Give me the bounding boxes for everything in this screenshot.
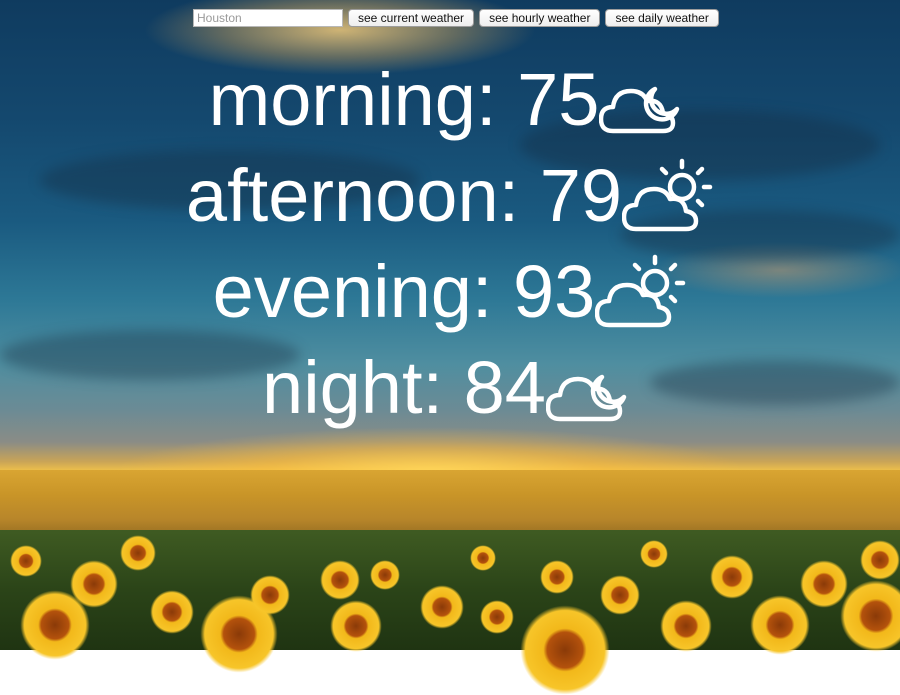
- partly-cloudy-day-icon: [595, 254, 686, 328]
- partly-cloudy-day-icon: [622, 158, 713, 232]
- current-weather-button[interactable]: see current weather: [348, 9, 475, 27]
- forecast-row-afternoon: afternoon: 79: [0, 148, 900, 244]
- forecast-temperature: 79: [539, 154, 623, 237]
- hourly-weather-button[interactable]: see hourly weather: [479, 9, 601, 27]
- forecast-row-morning: morning: 75: [0, 52, 900, 148]
- forecast-temperature: 75: [517, 58, 600, 141]
- partly-cloudy-night-icon: [545, 374, 627, 422]
- city-search-input[interactable]: [193, 9, 343, 27]
- forecast-period-label: morning: 75: [208, 58, 600, 141]
- forecast-temperature: 84: [463, 346, 546, 429]
- daily-weather-button[interactable]: see daily weather: [605, 9, 719, 27]
- partly-cloudy-night-icon: [599, 86, 680, 134]
- forecast-row-night: night: 84: [0, 340, 900, 436]
- forecast-period-label: afternoon: 79: [185, 154, 623, 237]
- forecast-period-label: evening: 93: [212, 250, 596, 333]
- forecast-temperature: 93: [513, 250, 596, 333]
- daily-forecast: morning: 75 afternoon: 79 evening: 93 ni…: [0, 52, 900, 436]
- forecast-period-label: night: 84: [262, 346, 546, 429]
- weather-controls: see current weather see hourly weather s…: [193, 8, 719, 28]
- forecast-row-evening: evening: 93: [0, 244, 900, 340]
